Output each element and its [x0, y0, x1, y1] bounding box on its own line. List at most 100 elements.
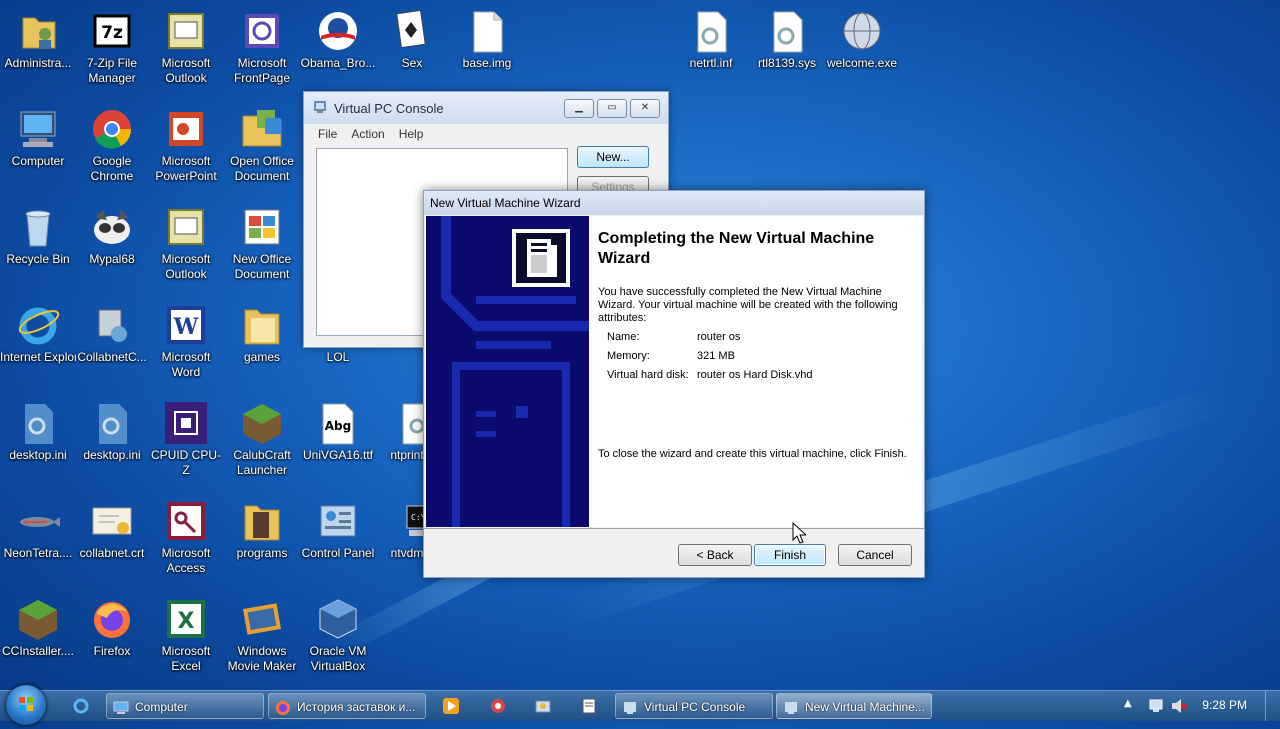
menu-action[interactable]: Action — [351, 127, 384, 141]
desktop-icon-virtualbox[interactable]: Oracle VM VirtualBox — [300, 590, 376, 674]
wizard-closing-text: To close the wizard and create this virt… — [598, 448, 907, 460]
blank-file-icon — [464, 8, 510, 54]
desktop-icon-welcome[interactable]: welcome.exe — [824, 2, 900, 71]
desktop-icon-cpuz[interactable]: CPUID CPU-Z — [148, 394, 224, 478]
cpu-icon — [163, 400, 209, 446]
desktop-icon-movie-maker[interactable]: Windows Movie Maker — [224, 590, 300, 674]
maximize-button[interactable]: ▭ — [597, 99, 627, 118]
desktop-icon-base-img[interactable]: base.img — [449, 2, 525, 71]
show-desktop-button[interactable] — [1265, 691, 1280, 721]
desktop-icon-obama[interactable]: Obama_Bro... — [300, 2, 376, 71]
desktop-icon-rtl8139[interactable]: rtl8139.sys — [749, 2, 825, 71]
desktop-icon-outlook[interactable]: Microsoft Outlook — [148, 2, 224, 86]
taskbar-button-new-vm-wizard[interactable]: New Virtual Machine... — [776, 693, 932, 719]
taskbar-notepad-icon[interactable] — [580, 697, 598, 719]
desktop-icon-collabnet[interactable]: CollabnetC... — [74, 296, 150, 365]
wizard-content: Completing the New Virtual Machine Wizar… — [589, 216, 922, 527]
desktop-icon-calubcraft[interactable]: CalubCraft Launcher — [224, 394, 300, 478]
desktop-icon-internet-explorer[interactable]: Internet Explorer — [0, 296, 76, 365]
desktop-icon-univga[interactable]: Abg UniVGA16.ttf — [300, 394, 376, 463]
close-button[interactable]: ✕ — [630, 99, 660, 118]
desktop-icon-access[interactable]: Microsoft Access — [148, 492, 224, 576]
cancel-button[interactable]: Cancel — [838, 544, 912, 566]
new-vm-button[interactable]: New... — [577, 146, 649, 168]
frontpage-icon — [239, 8, 285, 54]
show-hidden-icons-button[interactable]: ▲ — [1124, 698, 1132, 709]
outlook-icon — [163, 204, 209, 250]
vpc-menu-bar: File Action Help — [304, 124, 668, 144]
clock[interactable]: 9:28 PM — [1202, 698, 1247, 712]
powerpoint-icon — [163, 106, 209, 152]
desktop-icon-control-panel[interactable]: Control Panel — [300, 492, 376, 561]
svg-text:X: X — [178, 609, 195, 634]
desktop-icon-frontpage[interactable]: Microsoft FrontPage — [224, 2, 300, 86]
virtual-pc-icon — [622, 699, 638, 715]
volume-muted-icon[interactable] — [1170, 697, 1188, 719]
desktop-icon-new-office-doc[interactable]: New Office Document — [224, 198, 300, 282]
desktop-icon-outlook-2[interactable]: Microsoft Outlook — [148, 198, 224, 282]
installer-icon — [89, 302, 135, 348]
folder-icon — [239, 498, 285, 544]
desktop-icon-desktop-ini-2[interactable]: desktop.ini — [74, 394, 150, 463]
desktop-icon-desktop-ini[interactable]: desktop.ini — [0, 394, 76, 463]
office-folder-icon — [239, 106, 285, 152]
playing-card-icon — [389, 8, 435, 54]
wizard-intro-text: You have successfully completed the New … — [598, 286, 898, 324]
system-tray: ▲ 9:28 PM — [1120, 691, 1280, 721]
wizard-title-bar[interactable]: New Virtual Machine Wizard — [424, 191, 924, 215]
desktop-icon-recycle-bin[interactable]: Recycle Bin — [0, 198, 76, 267]
minimize-button[interactable]: ▁ — [564, 99, 594, 118]
taskbar-button-firefox[interactable]: История заставок и... — [268, 693, 426, 719]
desktop-icon-sex[interactable]: Sex — [374, 2, 450, 71]
obama-logo-icon — [315, 8, 361, 54]
desktop-icon-neontetra[interactable]: NeonTetra.... — [0, 492, 76, 561]
certificate-icon — [89, 498, 135, 544]
new-vm-wizard-dialog[interactable]: New Virtual Machine Wizard Completing th… — [423, 190, 925, 578]
movie-maker-icon — [239, 596, 285, 642]
desktop-icon-powerpoint[interactable]: Microsoft PowerPoint — [148, 100, 224, 184]
quicklaunch-ie-icon[interactable] — [72, 697, 90, 719]
settings-file-icon — [688, 8, 734, 54]
mouse-cursor — [792, 521, 808, 548]
virtual-pc-icon — [312, 99, 328, 118]
desktop-icon-open-office[interactable]: Open Office Document — [224, 100, 300, 184]
word-icon: W — [163, 302, 209, 348]
settings-file-icon — [764, 8, 810, 54]
grass-block-icon — [239, 400, 285, 446]
taskbar-media-player-icon[interactable] — [442, 697, 460, 719]
desktop-icon-programs[interactable]: programs — [224, 492, 300, 561]
desktop-icon-word[interactable]: W Microsoft Word — [148, 296, 224, 380]
desktop-icon-ccinstaller[interactable]: CCInstaller.... — [0, 590, 76, 659]
desktop-icon-netrtl[interactable]: netrtl.inf — [673, 2, 749, 71]
menu-help[interactable]: Help — [399, 127, 424, 141]
desktop-icon-computer[interactable]: Computer — [0, 100, 76, 169]
taskbar-button-computer[interactable]: Computer — [106, 693, 264, 719]
attribute-hard-disk: Virtual hard disk: router os Hard Disk.v… — [607, 369, 813, 381]
taskbar-button-virtual-pc-console[interactable]: Virtual PC Console — [615, 693, 773, 719]
settings-file-icon — [89, 400, 135, 446]
desktop-icon-google-chrome[interactable]: Google Chrome — [74, 100, 150, 184]
virtual-pc-icon — [783, 699, 799, 715]
access-icon — [163, 498, 209, 544]
start-button[interactable] — [6, 685, 46, 725]
desktop-icon-7zip[interactable]: 7z 7-Zip File Manager — [74, 2, 150, 86]
taskbar-network-icon[interactable] — [489, 697, 507, 719]
desktop-icon-excel[interactable]: X Microsoft Excel — [148, 590, 224, 674]
network-status-icon[interactable] — [1148, 697, 1166, 719]
virtualbox-icon — [315, 596, 361, 642]
taskbar-tools-icon[interactable] — [534, 697, 552, 719]
outlook-icon — [163, 8, 209, 54]
desktop-icon-administrator[interactable]: Administra... — [0, 2, 76, 71]
recycle-bin-icon — [15, 204, 61, 250]
internet-explorer-icon — [15, 302, 61, 348]
attribute-memory: Memory: 321 MB — [607, 350, 735, 362]
finish-button[interactable]: Finish — [754, 544, 826, 566]
user-folder-icon — [15, 8, 61, 54]
back-button[interactable]: < Back — [678, 544, 752, 566]
desktop-icon-firefox[interactable]: Firefox — [74, 590, 150, 659]
desktop-icon-mypal[interactable]: Mypal68 — [74, 198, 150, 267]
desktop-icon-games[interactable]: games — [224, 296, 300, 365]
desktop-icon-collabnet-crt[interactable]: collabnet.crt — [74, 492, 150, 561]
office-document-icon — [239, 204, 285, 250]
menu-file[interactable]: File — [318, 127, 337, 141]
